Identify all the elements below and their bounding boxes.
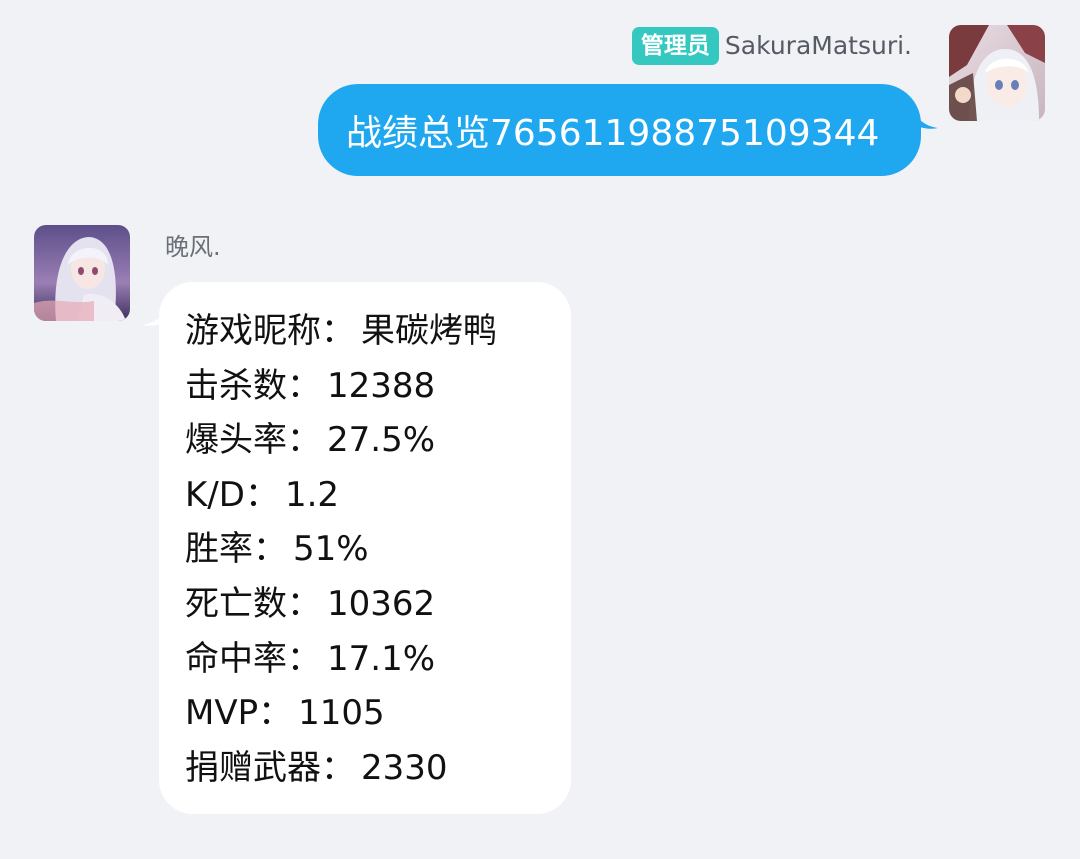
stat-row: K/D： 1.2 <box>185 468 571 523</box>
stat-separator: ： <box>287 638 321 679</box>
stat-row: 击杀数： 12388 <box>185 359 571 414</box>
outgoing-sender-name[interactable]: SakuraMatsuri. <box>725 27 912 65</box>
stat-value: 1105 <box>298 693 385 734</box>
stat-separator: ： <box>253 529 287 570</box>
stat-separator: ： <box>321 311 355 351</box>
stat-value: 51% <box>293 529 369 570</box>
stat-separator: ： <box>287 420 321 461</box>
stat-label: MVP <box>185 693 259 734</box>
stat-value: 27.5% <box>327 420 436 461</box>
stat-row: 捐赠武器： 2330 <box>185 741 571 796</box>
stat-label: 爆头率 <box>185 420 287 461</box>
outgoing-message-bubble[interactable]: 战绩总览76561198875109344 <box>318 84 921 176</box>
admin-role-badge: 管理员 <box>631 27 719 65</box>
stat-row: 胜率： 51% <box>185 522 571 577</box>
stat-separator: ： <box>287 365 321 406</box>
stat-value: 1.2 <box>284 474 340 515</box>
stat-separator: ： <box>287 583 321 624</box>
stat-value: 12388 <box>327 365 436 406</box>
stat-label: 胜率 <box>185 529 253 570</box>
stat-separator: ： <box>244 474 279 515</box>
stat-row: MVP： 1105 <box>185 686 571 741</box>
incoming-message-bubble[interactable]: 游戏昵称：果碳烤鸭 击杀数： 12388 爆头率： 27.5% K/D： 1.2 胜率： 51%… <box>159 282 571 814</box>
stat-value: 10362 <box>327 583 436 624</box>
incoming-avatar[interactable] <box>34 225 130 321</box>
outgoing-sender-header: 管理员 SakuraMatsuri. <box>631 27 912 65</box>
player-stats-list: 游戏昵称：果碳烤鸭 击杀数： 12388 爆头率： 27.5% K/D： 1.2 胜率： 51%… <box>185 304 571 795</box>
stat-separator: ： <box>258 693 293 734</box>
stat-label: 命中率 <box>185 638 287 679</box>
stat-label: 捐赠武器 <box>185 747 321 788</box>
anime-avatar-icon <box>34 225 130 321</box>
outgoing-message-text: 战绩总览76561198875109344 <box>346 113 880 154</box>
stat-label: K/D <box>185 474 245 515</box>
stat-row: 爆头率： 27.5% <box>185 413 571 468</box>
outgoing-bubble-tail <box>912 108 938 129</box>
stat-row: 命中率： 17.1% <box>185 632 571 687</box>
stat-value: 果碳烤鸭 <box>361 311 497 351</box>
anime-avatar-icon <box>949 25 1045 121</box>
stat-value: 2330 <box>361 747 448 788</box>
stat-label: 游戏昵称 <box>185 311 321 351</box>
stat-separator: ： <box>321 747 355 788</box>
stat-row: 游戏昵称：果碳烤鸭 <box>185 304 571 359</box>
stat-value: 17.1% <box>327 638 436 679</box>
stat-label: 死亡数 <box>185 583 287 624</box>
stat-label: 击杀数 <box>185 365 287 406</box>
incoming-sender-name[interactable]: 晚风. <box>165 230 221 264</box>
outgoing-avatar[interactable] <box>949 25 1045 121</box>
stat-row: 死亡数： 10362 <box>185 577 571 632</box>
